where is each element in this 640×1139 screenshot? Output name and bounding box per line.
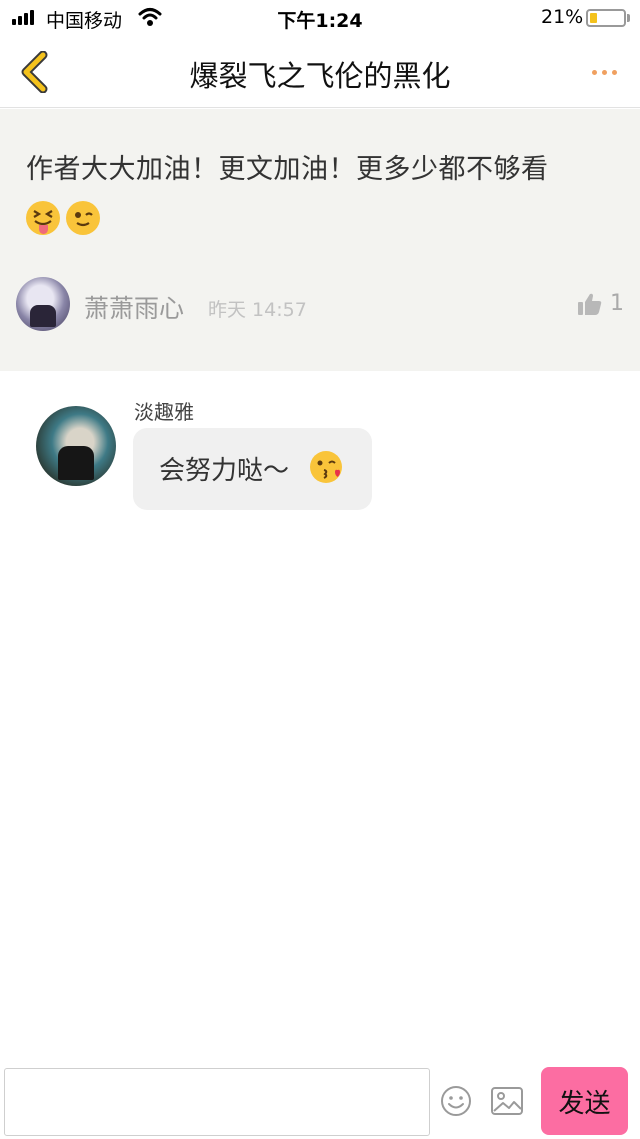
reply-author[interactable]: 淡趣雅: [134, 396, 194, 425]
battery-icon: [586, 9, 626, 27]
nav-bar: 爆裂飞之飞伦的黑化: [0, 36, 640, 108]
comment-timestamp: 昨天 14:57: [208, 299, 307, 321]
kissing-heart-emoji-icon: [310, 451, 342, 483]
more-options-button[interactable]: [580, 48, 628, 96]
original-comment: 作者大大加油！更文加油！更多少都不够看 萧萧雨心 昨天 14:57 1: [0, 109, 640, 371]
emoji-picker-icon[interactable]: [440, 1085, 472, 1117]
like-count: 1: [610, 291, 624, 316]
reply-input-bar: 发送: [0, 1063, 640, 1139]
send-button[interactable]: 发送: [541, 1067, 628, 1135]
image-picker-icon[interactable]: [490, 1085, 524, 1117]
like-button[interactable]: 1: [578, 291, 624, 316]
battery-tip: [627, 14, 630, 22]
page-title: 爆裂飞之飞伦的黑化: [189, 59, 451, 93]
winking-emoji-icon: [66, 201, 100, 235]
reply-bubble: 会努力哒～: [133, 428, 372, 510]
reply-text: 会努力哒～: [159, 456, 290, 486]
thumbs-up-icon: [578, 293, 602, 315]
comment-emojis: [26, 201, 100, 235]
status-bar: 中国移动 下午1:24 21%: [0, 0, 640, 36]
squinting-tongue-emoji-icon: [26, 201, 60, 235]
more-dot-icon: [611, 69, 617, 75]
reply-input[interactable]: [4, 1068, 430, 1136]
comment-text: 作者大大加油！更文加油！更多少都不够看: [26, 154, 549, 185]
avatar[interactable]: [36, 406, 116, 486]
battery-percent: 21%: [541, 6, 584, 28]
comment-author[interactable]: 萧萧雨心: [84, 289, 184, 325]
more-dot-icon: [601, 69, 607, 75]
avatar[interactable]: [16, 277, 70, 331]
more-dot-icon: [591, 69, 597, 75]
